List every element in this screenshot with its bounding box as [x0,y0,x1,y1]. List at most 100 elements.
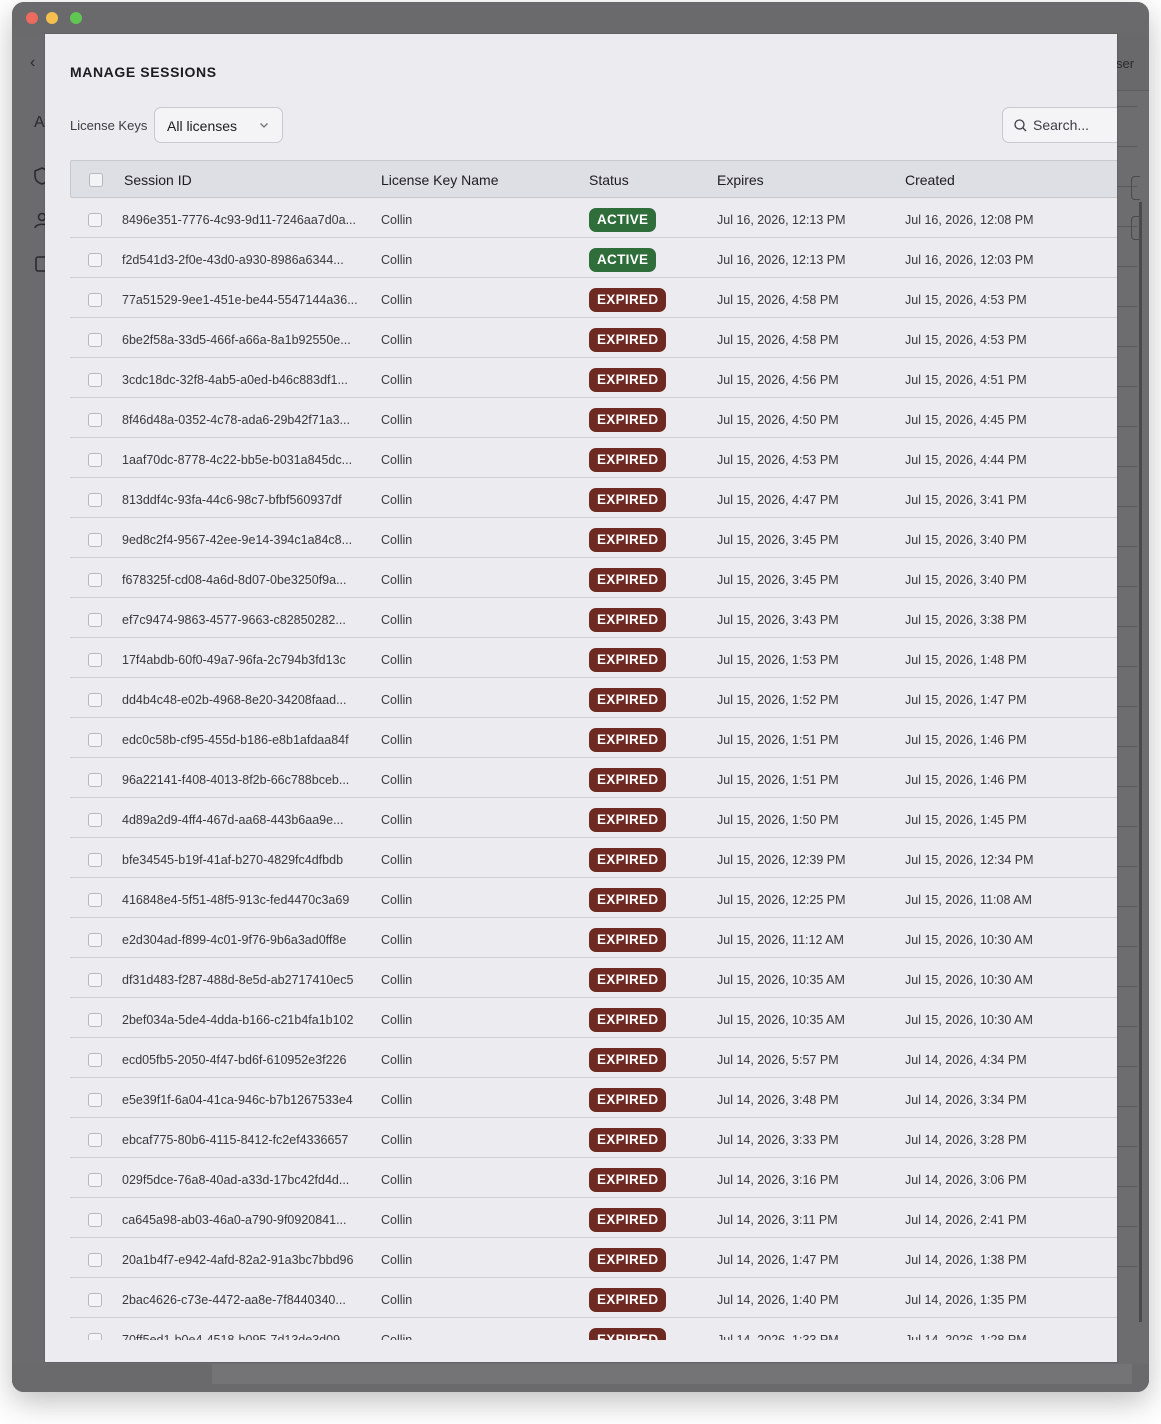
table-row[interactable]: 6be2f58a-33d5-466f-a66a-8a1b92550e... Col… [70,318,1117,358]
table-row[interactable]: 8496e351-7776-4c93-9d11-7246aa7d0a... Col… [70,198,1117,238]
minimize-window-button[interactable] [46,12,58,24]
session-id-cell: ca645a98-ab03-46a0-a790-9f0920841... [122,1213,347,1227]
table-row[interactable]: 416848e4-5f51-48f5-913c-fed4470c3a69 Coll… [70,878,1117,918]
row-checkbox[interactable] [88,613,102,627]
table-row[interactable]: edc0c58b-cf95-455d-b186-e8b1afdaa84f Coll… [70,718,1117,758]
created-cell: Jul 15, 2026, 10:30 AM [905,933,1033,947]
background-scrollbar[interactable] [1139,202,1142,1322]
row-checkbox[interactable] [88,813,102,827]
background-row-button[interactable] [1131,216,1140,240]
row-checkbox[interactable] [88,1093,102,1107]
table-row[interactable]: 1aaf70dc-8778-4c22-bb5e-b031a845dc... Col… [70,438,1117,478]
table-row[interactable]: dd4b4c48-e02b-4968-8e20-34208faad... Coll… [70,678,1117,718]
row-checkbox[interactable] [88,1173,102,1187]
table-row[interactable]: 029f5dce-76a8-40ad-a33d-17bc42fd4d... Col… [70,1158,1117,1198]
table-row[interactable]: 20a1b4f7-e942-4afd-82a2-91a3bc7bbd96 Coll… [70,1238,1117,1278]
zoom-window-button[interactable] [70,12,82,24]
select-all-checkbox[interactable] [89,173,103,187]
table-row[interactable]: 4d89a2d9-4ff4-467d-aa68-443b6aa9e... Coll… [70,798,1117,838]
search-box[interactable] [1002,107,1117,143]
table-row[interactable]: ef7c9474-9863-4577-9663-c82850282... Coll… [70,598,1117,638]
table-row[interactable]: e2d304ad-f899-4c01-9f76-9b6a3ad0ff8e Coll… [70,918,1117,958]
status-badge: EXPIRED [589,848,667,872]
session-id-cell: 2bac4626-c73e-4472-aa8e-7f8440340... [122,1293,346,1307]
row-checkbox[interactable] [88,493,102,507]
created-cell: Jul 15, 2026, 4:44 PM [905,453,1027,467]
table-row[interactable]: 96a22141-f408-4013-8f2b-66c788bceb... Col… [70,758,1117,798]
row-checkbox[interactable] [88,213,102,227]
row-checkbox[interactable] [88,1253,102,1267]
table-row[interactable]: e5e39f1f-6a04-41ca-946c-b7b1267533e4 Coll… [70,1078,1117,1118]
column-header-license-key-name[interactable]: License Key Name [381,172,499,188]
back-chevron-icon[interactable]: ‹ [30,54,35,72]
created-cell: Jul 14, 2026, 1:35 PM [905,1293,1027,1307]
column-header-created[interactable]: Created [905,172,955,188]
table-row[interactable]: ca645a98-ab03-46a0-a790-9f0920841... Coll… [70,1198,1117,1238]
column-header-expires[interactable]: Expires [717,172,764,188]
expires-cell: Jul 14, 2026, 1:33 PM [717,1333,839,1340]
close-window-button[interactable] [26,12,38,24]
session-id-cell: 3cdc18dc-32f8-4ab5-a0ed-b46c883df1... [122,373,348,387]
expires-cell: Jul 15, 2026, 1:52 PM [717,693,839,707]
row-checkbox[interactable] [88,693,102,707]
status-badge: EXPIRED [589,1168,667,1192]
row-checkbox[interactable] [88,253,102,267]
background-row-divider [1117,106,1137,107]
license-key-name-cell: Collin [381,373,413,387]
row-checkbox[interactable] [88,293,102,307]
table-row[interactable]: f2d541d3-2f0e-43d0-a930-8986a6344... Coll… [70,238,1117,278]
table-row[interactable]: df31d483-f287-488d-8e5d-ab2717410ec5 Coll… [70,958,1117,998]
table-row[interactable]: 2bef034a-5de4-4dda-b166-c21b4fa1b102 Coll… [70,998,1117,1038]
row-checkbox[interactable] [88,1013,102,1027]
created-cell: Jul 14, 2026, 3:28 PM [905,1133,1027,1147]
expires-cell: Jul 14, 2026, 5:57 PM [717,1053,839,1067]
row-checkbox[interactable] [88,413,102,427]
row-checkbox[interactable] [88,773,102,787]
row-checkbox[interactable] [88,653,102,667]
row-checkbox[interactable] [88,373,102,387]
table-row[interactable]: 77a51529-9ee1-451e-be44-5547144a36... Col… [70,278,1117,318]
license-key-name-cell: Collin [381,453,413,467]
table-row[interactable]: 70ff5ed1-b0e4-4518-b095-7d13de3d09... Col… [70,1318,1117,1340]
table-row[interactable]: 17f4abdb-60f0-49a7-96fa-2c794b3fd13c Coll… [70,638,1117,678]
table-row[interactable]: 3cdc18dc-32f8-4ab5-a0ed-b46c883df1... Col… [70,358,1117,398]
license-key-name-cell: Collin [381,1213,413,1227]
row-checkbox[interactable] [88,933,102,947]
table-row[interactable]: 8f46d48a-0352-4c78-ada6-29b42f71a3... Col… [70,398,1117,438]
column-header-status[interactable]: Status [589,172,629,188]
table-row[interactable]: f678325f-cd08-4a6d-8d07-0be3250f9a... Col… [70,558,1117,598]
license-filter-select[interactable]: All licenses [154,107,283,143]
row-checkbox[interactable] [88,1293,102,1307]
expires-cell: Jul 15, 2026, 10:35 AM [717,973,845,987]
row-checkbox[interactable] [88,453,102,467]
background-row-button[interactable] [1131,176,1140,200]
table-row[interactable]: 2bac4626-c73e-4472-aa8e-7f8440340... Coll… [70,1278,1117,1318]
row-checkbox[interactable] [88,1333,102,1340]
background-row-divider [1117,906,1137,907]
license-key-name-cell: Collin [381,853,413,867]
search-input[interactable] [1033,116,1117,134]
license-key-name-cell: Collin [381,293,413,307]
table-row[interactable]: ebcaf775-80b6-4115-8412-fc2ef4336657 Coll… [70,1118,1117,1158]
expires-cell: Jul 15, 2026, 4:47 PM [717,493,839,507]
row-checkbox[interactable] [88,1133,102,1147]
column-header-session-id[interactable]: Session ID [124,172,192,188]
status-badge: EXPIRED [589,1048,667,1072]
table-row[interactable]: 813ddf4c-93fa-44c6-98c7-bfbf560937df Coll… [70,478,1117,518]
row-checkbox[interactable] [88,853,102,867]
row-checkbox[interactable] [88,573,102,587]
table-row[interactable]: ecd05fb5-2050-4f47-bd6f-610952e3f226 Coll… [70,1038,1117,1078]
license-key-name-cell: Collin [381,653,413,667]
row-checkbox[interactable] [88,1053,102,1067]
table-row[interactable]: 9ed8c2f4-9567-42ee-9e14-394c1a84c8... Col… [70,518,1117,558]
background-row-divider [1117,826,1137,827]
row-checkbox[interactable] [88,893,102,907]
table-row[interactable]: bfe34545-b19f-41af-b270-4829fc4dfbdb Coll… [70,838,1117,878]
created-cell: Jul 15, 2026, 3:38 PM [905,613,1027,627]
row-checkbox[interactable] [88,1213,102,1227]
row-checkbox[interactable] [88,973,102,987]
background-row-divider [1117,426,1137,427]
row-checkbox[interactable] [88,733,102,747]
row-checkbox[interactable] [88,333,102,347]
row-checkbox[interactable] [88,533,102,547]
